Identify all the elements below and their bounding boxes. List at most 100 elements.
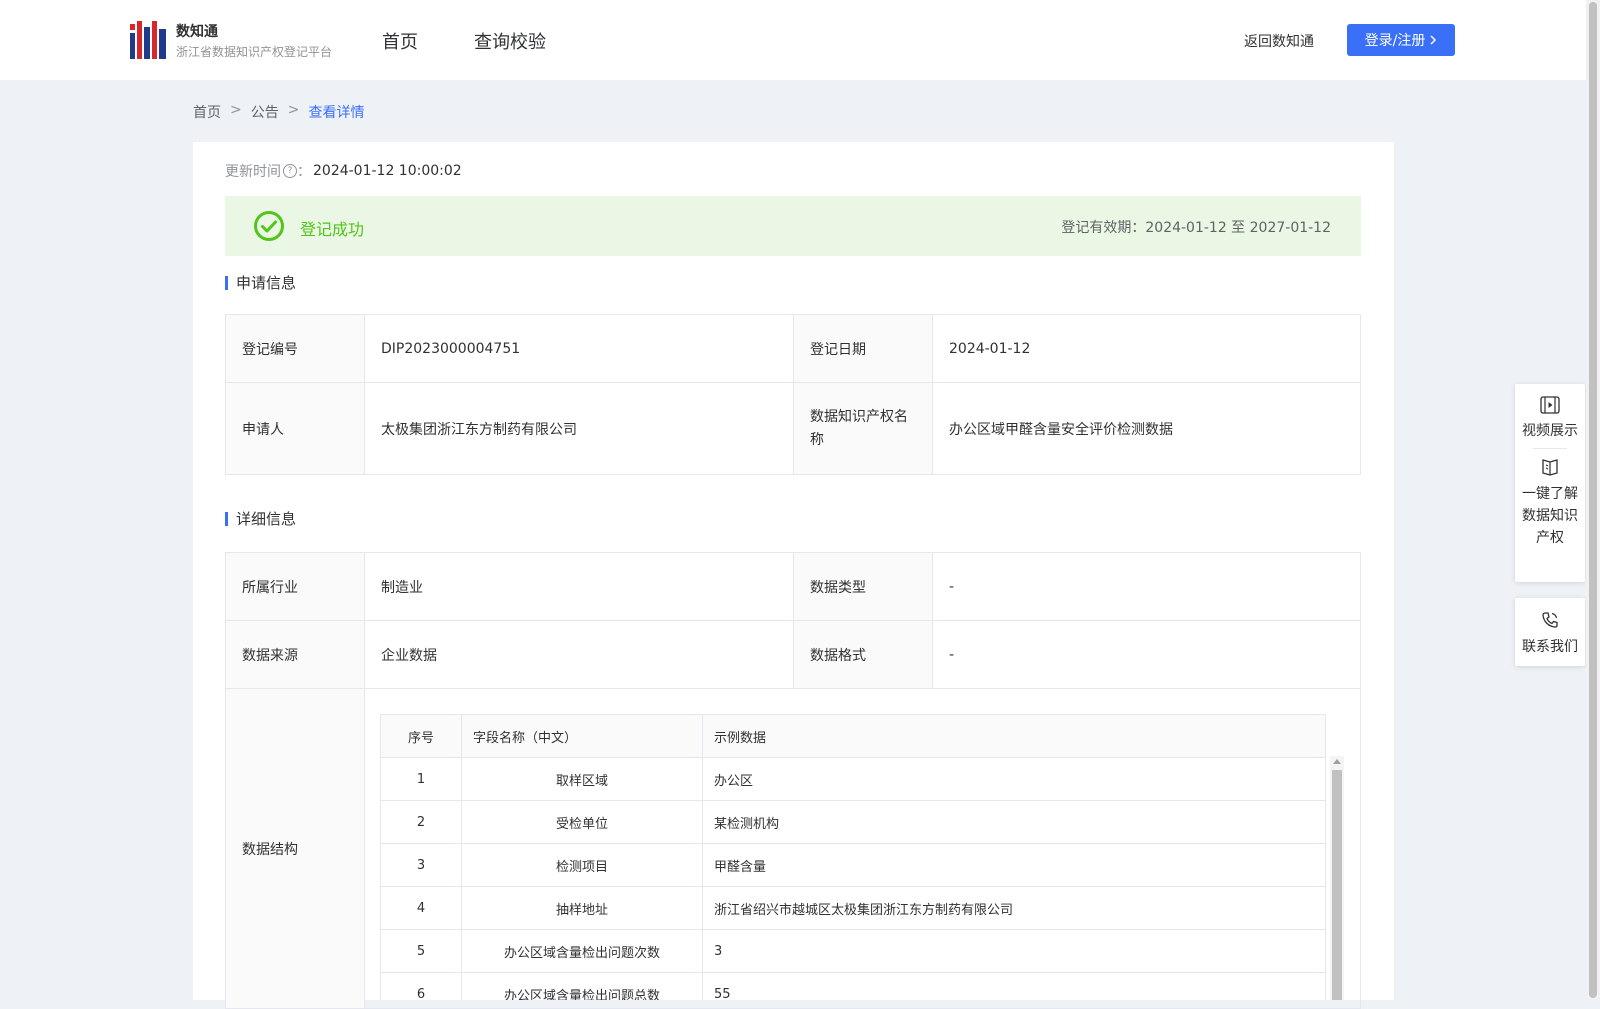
breadcrumb-announcement[interactable]: 公告 xyxy=(251,102,279,122)
book-icon xyxy=(1542,459,1558,476)
phone-icon xyxy=(1542,612,1558,628)
status-text: 登记成功 xyxy=(300,220,365,239)
cell-field-name: 受检单位 xyxy=(461,800,703,844)
cell-index: 5 xyxy=(380,929,462,973)
table-row: 1 取样区域 办公区 xyxy=(380,757,1326,801)
table-row: 2 受检单位 某检测机构 xyxy=(380,800,1326,844)
value-data-format: - xyxy=(932,620,1361,689)
structure-table-container: 序号 字段名称（中文） 示例数据 1 取样区域 办公区 2 受检单位 某检测机构… xyxy=(380,714,1344,1000)
header-index: 序号 xyxy=(380,714,462,758)
brand-subtitle: 浙江省数据知识产权登记平台 xyxy=(176,45,333,59)
cell-sample-data: 某检测机构 xyxy=(702,800,1326,844)
value-applicant: 太极集团浙江东方制药有限公司 xyxy=(364,382,794,475)
section-apply-info: 申请信息 xyxy=(225,272,296,293)
validity-period: 登记有效期：2024-01-12 至 2027-01-12 xyxy=(1061,217,1331,237)
table-row: 申请人 太极集团浙江东方制药有限公司 数据知识产权名称 办公区域甲醛含量安全评价… xyxy=(225,382,1361,475)
floating-contact-panel: 联系我们 xyxy=(1515,598,1585,666)
label-industry: 所属行业 xyxy=(225,552,365,621)
cell-field-name: 办公区域含量检出问题总数 xyxy=(461,972,703,1000)
update-time-label: 更新时间 xyxy=(225,164,281,180)
table-row: 5 办公区域含量检出问题次数 3 xyxy=(380,929,1326,973)
value-data-source: 企业数据 xyxy=(364,620,794,689)
validity-label: 登记有效期： xyxy=(1061,220,1146,236)
floating-help-panel: 视频展示 一键了解数据知识产权 xyxy=(1515,384,1585,582)
table-row: 6 办公区域含量检出问题总数 55 xyxy=(380,972,1326,1000)
header-field-name: 字段名称（中文） xyxy=(461,714,703,758)
nav-home[interactable]: 首页 xyxy=(382,28,418,54)
label-registration-date: 登记日期 xyxy=(793,314,933,383)
video-icon xyxy=(1540,396,1560,414)
table-row: 所属行业 制造业 数据类型 - xyxy=(225,552,1361,621)
video-label: 视频展示 xyxy=(1522,423,1578,439)
label-ip-name: 数据知识产权名称 xyxy=(793,382,933,475)
apply-info-table: 登记编号 DIP2023000004751 登记日期 2024-01-12 申请… xyxy=(225,314,1361,475)
cell-sample-data: 55 xyxy=(702,972,1326,1000)
login-register-label: 登录/注册 xyxy=(1364,33,1426,49)
cell-index: 4 xyxy=(380,886,462,930)
colon: ： xyxy=(297,164,311,180)
contact-us-button[interactable]: 联系我们 xyxy=(1515,610,1585,656)
header-sample-data: 示例数据 xyxy=(702,714,1326,758)
page-scroll-thumb[interactable] xyxy=(1589,2,1597,998)
structure-header-row: 序号 字段名称（中文） 示例数据 xyxy=(380,714,1326,758)
breadcrumb: 首页 > 公告 > 查看详情 xyxy=(193,102,364,122)
back-to-shuzhitong-link[interactable]: 返回数知通 xyxy=(1244,31,1314,51)
nav-query-verify[interactable]: 查询校验 xyxy=(474,28,546,54)
cell-index: 2 xyxy=(380,800,462,844)
breadcrumb-separator: > xyxy=(287,102,300,118)
brand-name: 数知通 xyxy=(176,24,218,40)
label-data-source: 数据来源 xyxy=(225,620,365,689)
table-row: 4 抽样地址 浙江省绍兴市越城区太极集团浙江东方制药有限公司 xyxy=(380,886,1326,930)
value-industry: 制造业 xyxy=(364,552,794,621)
validity-range: 2024-01-12 至 2027-01-12 xyxy=(1145,220,1331,236)
section-marker xyxy=(225,511,228,526)
value-registration-number: DIP2023000004751 xyxy=(364,314,794,383)
cell-field-name: 取样区域 xyxy=(461,757,703,801)
label-data-structure: 数据结构 xyxy=(225,688,365,1009)
section-detail-info: 详细信息 xyxy=(225,508,296,529)
logo-icon xyxy=(130,21,166,59)
cell-sample-data: 办公区 xyxy=(702,757,1326,801)
label-applicant: 申请人 xyxy=(225,382,365,475)
login-register-button[interactable]: 登录/注册 xyxy=(1347,24,1455,56)
value-registration-date: 2024-01-12 xyxy=(932,314,1361,383)
label-data-format: 数据格式 xyxy=(793,620,933,689)
registration-status-banner: 登记成功 登记有效期：2024-01-12 至 2027-01-12 xyxy=(225,196,1361,256)
cell-field-name: 抽样地址 xyxy=(461,886,703,930)
top-header: 数知通 浙江省数据知识产权登记平台 首页 查询校验 返回数知通 登录/注册 xyxy=(0,0,1586,80)
page-scrollbar[interactable] xyxy=(1586,0,1600,1000)
check-circle-icon xyxy=(254,211,284,241)
breadcrumb-separator: > xyxy=(230,102,242,118)
update-time: 更新时间 ? ： 2024-01-12 10:00:02 xyxy=(225,161,462,181)
learn-ip-button[interactable]: 一键了解数据知识产权 xyxy=(1515,457,1585,549)
structure-table: 序号 字段名称（中文） 示例数据 1 取样区域 办公区 2 受检单位 某检测机构… xyxy=(380,714,1326,1000)
section-title: 申请信息 xyxy=(236,274,297,292)
structure-table-scrollbar[interactable] xyxy=(1330,756,1344,1000)
table-row: 3 检测项目 甲醛含量 xyxy=(380,843,1326,887)
scroll-thumb[interactable] xyxy=(1332,770,1342,1000)
update-time-value: 2024-01-12 10:00:02 xyxy=(313,163,462,179)
help-icon[interactable]: ? xyxy=(283,164,297,178)
contact-us-label: 联系我们 xyxy=(1522,639,1578,655)
section-marker xyxy=(225,275,228,290)
value-ip-name: 办公区域甲醛含量安全评价检测数据 xyxy=(932,382,1361,475)
section-title: 详细信息 xyxy=(236,510,297,528)
cell-index: 3 xyxy=(380,843,462,887)
cell-sample-data: 甲醛含量 xyxy=(702,843,1326,887)
cell-sample-data: 浙江省绍兴市越城区太极集团浙江东方制药有限公司 xyxy=(702,886,1326,930)
table-row: 登记编号 DIP2023000004751 登记日期 2024-01-12 xyxy=(225,314,1361,383)
value-data-type: - xyxy=(932,552,1361,621)
cell-field-name: 检测项目 xyxy=(461,843,703,887)
cell-field-name: 办公区域含量检出问题次数 xyxy=(461,929,703,973)
cell-sample-data: 3 xyxy=(702,929,1326,973)
label-data-type: 数据类型 xyxy=(793,552,933,621)
breadcrumb-home[interactable]: 首页 xyxy=(193,102,221,122)
cell-index: 6 xyxy=(380,972,462,1000)
label-registration-number: 登记编号 xyxy=(225,314,365,383)
breadcrumb-current: 查看详情 xyxy=(308,105,365,121)
video-showcase-button[interactable]: 视频展示 xyxy=(1515,396,1585,440)
divider xyxy=(1533,448,1567,449)
learn-ip-label: 一键了解数据知识产权 xyxy=(1522,486,1578,546)
scroll-up-arrow-icon[interactable] xyxy=(1333,759,1341,764)
cell-index: 1 xyxy=(380,757,462,801)
